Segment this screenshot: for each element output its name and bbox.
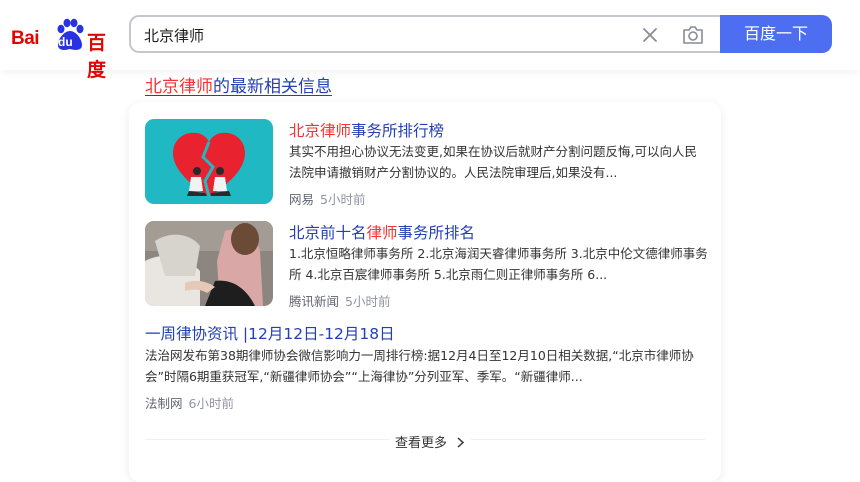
chevron-right-icon: [457, 437, 465, 448]
baidu-logo[interactable]: Bai du 百度: [11, 18, 116, 81]
see-more-link[interactable]: 查看更多: [389, 432, 472, 451]
result-1-meta: 网易 5小时前: [289, 189, 365, 208]
result-3-title[interactable]: 一周律协资讯 |12月12日-12月18日: [145, 322, 395, 344]
result-2-title-text: 事务所排名: [397, 224, 476, 242]
result-2-title-highlight: 律师: [366, 224, 398, 242]
news-heading-link[interactable]: 北京律师的最新相关信息: [145, 72, 332, 97]
result-2-thumbnail[interactable]: [145, 221, 273, 306]
logo-text-du: du: [58, 35, 73, 49]
result-1-snippet: 其实不用担心协议无法变更,如果在协议后就财产分割问题反悔,可以向人民法院申请撤销…: [289, 144, 697, 180]
news-heading-highlight: 北京律师: [145, 77, 213, 97]
result-2-time: 5小时前: [345, 294, 391, 309]
result-1-title-highlight: 北京律师: [289, 122, 352, 140]
news-card: 北京律师事务所排行榜 其实不用担心协议无法变更,如果在协议后就财产分割问题反悔,…: [129, 102, 721, 482]
result-1-source: 网易: [289, 192, 315, 207]
search-button[interactable]: 百度一下: [720, 15, 832, 53]
result-3-time: 6小时前: [188, 396, 234, 411]
broken-heart-image: [145, 119, 273, 204]
see-more-label: 查看更多: [395, 436, 448, 451]
result-2-meta: 腾讯新闻 5小时前: [289, 291, 390, 310]
result-3-snippet: 法治网发布第38期律师协会微信影响力一周排行榜:据12月4日至12月10日相关数…: [145, 348, 694, 384]
clear-icon[interactable]: [641, 26, 659, 44]
result-2-source: 腾讯新闻: [289, 294, 340, 309]
news-heading-text: 的最新相关信息: [213, 77, 332, 97]
top-bar: Bai du 百度 百度一下: [0, 0, 860, 81]
result-1-title-text: 事务所排行榜: [351, 122, 445, 140]
search-input[interactable]: [144, 25, 624, 45]
result-3-meta: 法制网 6小时前: [145, 393, 234, 412]
result-3-source: 法制网: [145, 396, 183, 411]
result-2-title-prefix: 北京前十名: [289, 224, 367, 242]
result-1-time: 5小时前: [320, 192, 366, 207]
result-2-title[interactable]: 北京前十名律师事务所排名: [289, 221, 475, 243]
search-box: [129, 15, 722, 53]
result-1-thumbnail[interactable]: [145, 119, 273, 204]
couple-photo-image: [145, 221, 273, 306]
result-2-snippet: 1.北京恒略律师事务所 2.北京海润天睿律师事务所 3.北京中伦文德律师事务所 …: [289, 246, 708, 282]
camera-icon[interactable]: [682, 25, 704, 45]
result-1-title[interactable]: 北京律师事务所排行榜: [289, 119, 444, 141]
logo-text-bai: Bai: [11, 28, 40, 49]
logo-text-baidu-cn: 百度: [87, 33, 106, 81]
